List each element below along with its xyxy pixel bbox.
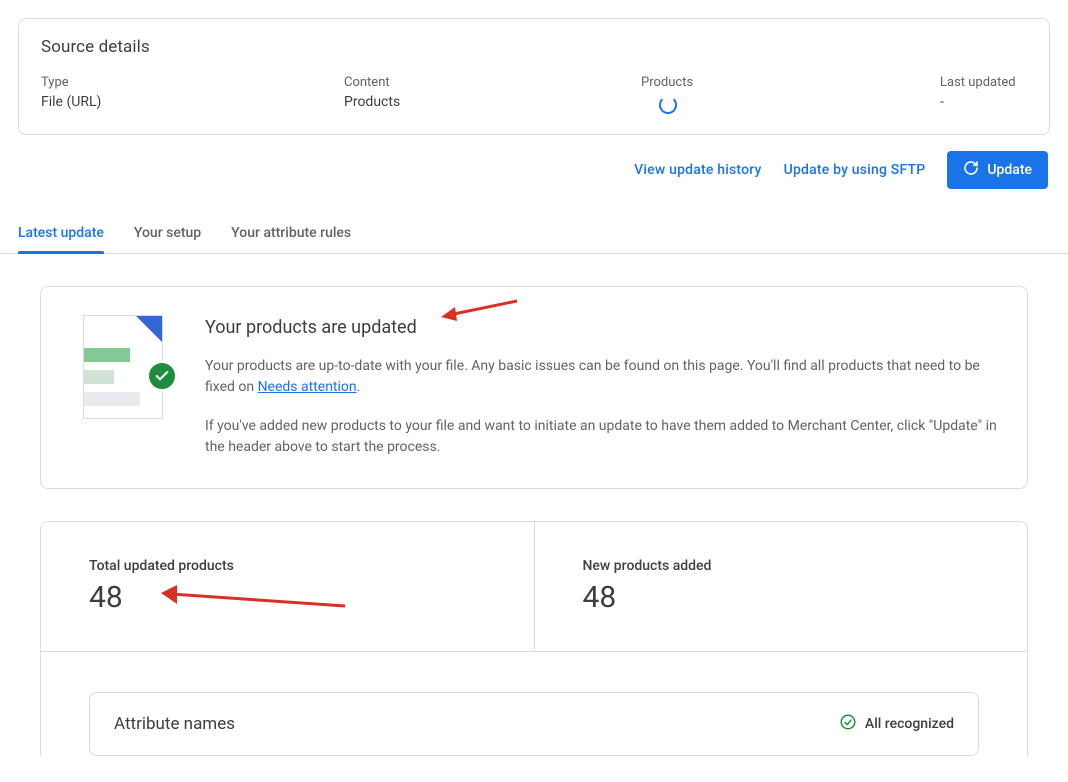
- source-details-title: Source details: [41, 37, 1027, 57]
- content-value: Products: [344, 94, 641, 110]
- stats-card: Total updated products 48 New products a…: [40, 521, 1028, 756]
- content-label: Content: [344, 75, 641, 90]
- products-label: Products: [641, 75, 940, 90]
- body-area: Your products are updated Your products …: [18, 254, 1050, 756]
- kv-content: Content Products: [344, 75, 641, 114]
- stat-new-value: 48: [583, 580, 980, 615]
- tabs: Latest update Your setup Your attribute …: [0, 215, 1068, 254]
- updated-label: Last updated: [940, 75, 1027, 90]
- update-button[interactable]: Update: [947, 151, 1048, 189]
- stat-total-value: 48: [89, 580, 486, 615]
- attribute-row: Attribute names All recognized: [41, 652, 1027, 756]
- type-label: Type: [41, 75, 344, 90]
- status-card: Your products are updated Your products …: [40, 286, 1028, 489]
- stat-new-label: New products added: [583, 558, 980, 574]
- updated-value: -: [940, 94, 1027, 110]
- checkmark-badge-icon: [147, 361, 177, 391]
- view-history-button[interactable]: View update history: [634, 162, 761, 178]
- attribute-names-title: Attribute names: [114, 714, 235, 734]
- kv-updated: Last updated -: [940, 75, 1027, 114]
- status-paragraph-2: If you've added new products to your fil…: [205, 416, 997, 458]
- attribute-status-text: All recognized: [865, 716, 954, 732]
- stats-row: Total updated products 48 New products a…: [41, 522, 1027, 652]
- tab-your-setup[interactable]: Your setup: [134, 215, 201, 253]
- status-paragraph-1: Your products are up-to-date with your f…: [205, 356, 997, 398]
- tab-attribute-rules[interactable]: Your attribute rules: [231, 215, 351, 253]
- document-icon: [83, 315, 167, 458]
- needs-attention-link[interactable]: Needs attention: [258, 379, 357, 395]
- actions-row: View update history Update by using SFTP…: [18, 151, 1048, 189]
- source-details-card: Source details Type File (URL) Content P…: [18, 18, 1050, 135]
- tab-latest-update[interactable]: Latest update: [18, 215, 104, 253]
- attribute-names-box: Attribute names All recognized: [89, 692, 979, 756]
- refresh-icon: [963, 160, 979, 180]
- source-details-row: Type File (URL) Content Products Product…: [41, 75, 1027, 114]
- stat-new-added: New products added 48: [534, 522, 1028, 651]
- kv-type: Type File (URL): [41, 75, 344, 114]
- update-sftp-button[interactable]: Update by using SFTP: [784, 162, 926, 178]
- update-button-label: Update: [987, 162, 1032, 178]
- loading-spinner-icon: [659, 96, 677, 114]
- status-title: Your products are updated: [205, 317, 997, 338]
- stat-total-label: Total updated products: [89, 558, 486, 574]
- attribute-status: All recognized: [839, 713, 954, 735]
- status-text: Your products are updated Your products …: [205, 313, 997, 458]
- kv-products: Products: [641, 75, 940, 114]
- type-value: File (URL): [41, 94, 344, 110]
- stat-total-updated: Total updated products 48: [41, 522, 534, 651]
- check-circle-icon: [839, 713, 857, 735]
- status-p1b: .: [357, 379, 361, 395]
